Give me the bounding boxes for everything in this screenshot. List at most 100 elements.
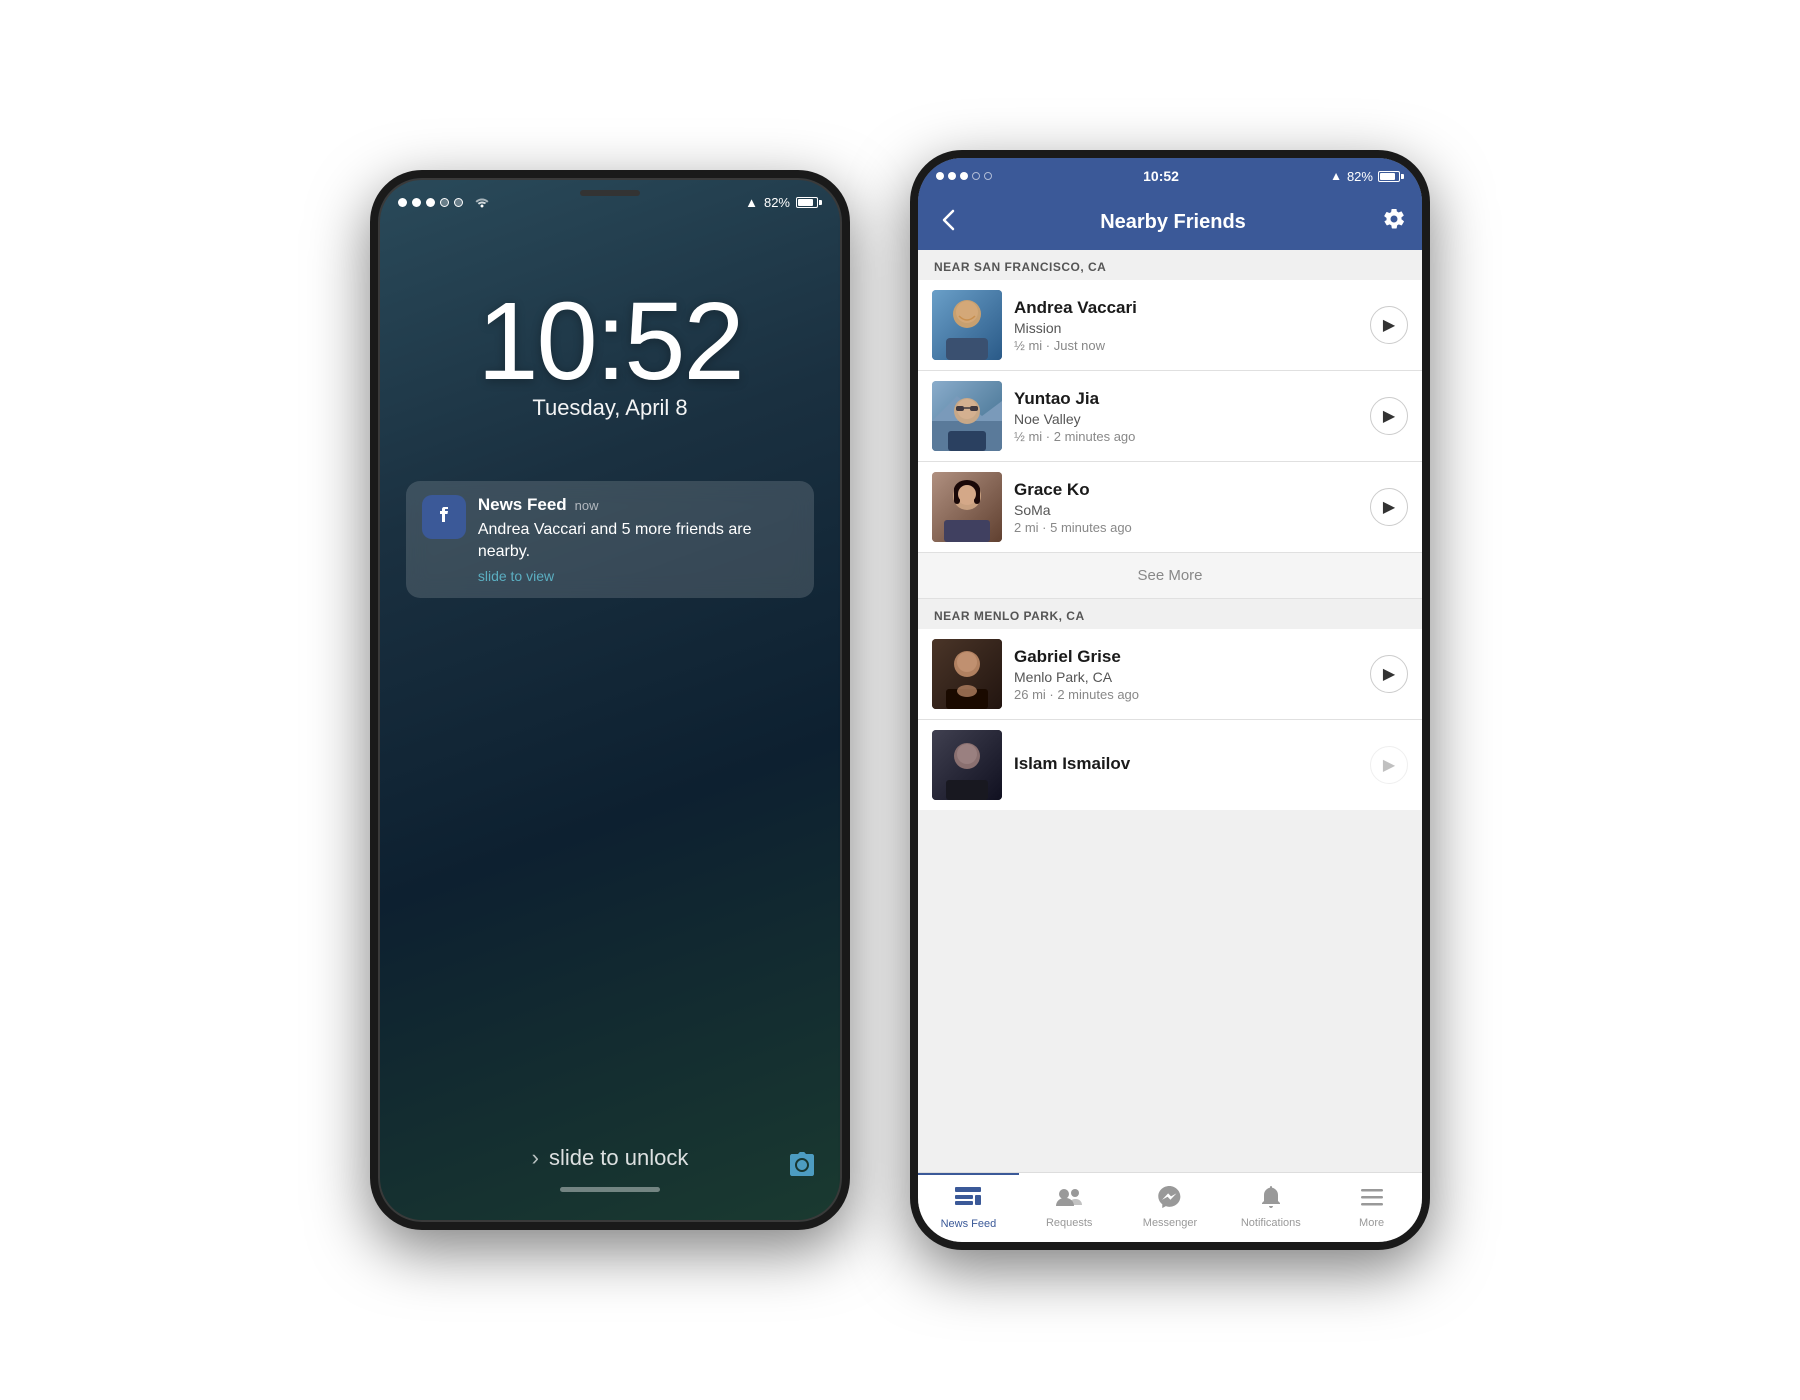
tab-requests[interactable]: Requests	[1019, 1173, 1120, 1242]
news-feed-icon	[955, 1187, 981, 1215]
navigate-button-andrea[interactable]: ▶	[1370, 306, 1408, 344]
fb-battery-icon	[1378, 171, 1404, 182]
navigate-button-yuntao[interactable]: ▶	[1370, 397, 1408, 435]
friend-location-andrea: Mission	[1014, 320, 1358, 336]
navigate-arrow-icon-5: ▶	[1383, 755, 1395, 775]
tab-more[interactable]: More	[1321, 1173, 1422, 1242]
battery-icon	[796, 197, 822, 208]
friend-avatar-andrea	[932, 290, 1002, 360]
lock-time: 10:52	[477, 278, 742, 405]
navigate-arrow-icon: ▶	[1383, 315, 1395, 335]
lock-screen-phone: ▲ 82% 10:52 Tuesday, April 8	[370, 170, 850, 1230]
scene: ▲ 82% 10:52 Tuesday, April 8	[0, 0, 1800, 1400]
tab-notifications[interactable]: Notifications	[1220, 1173, 1321, 1242]
friend-location-yuntao: Noe Valley	[1014, 411, 1358, 427]
wifi-icon	[473, 194, 491, 211]
back-button[interactable]	[934, 202, 964, 242]
friend-name-grace: Grace Ko	[1014, 480, 1358, 500]
messenger-icon	[1157, 1186, 1183, 1214]
fb-dot-2	[948, 172, 956, 180]
camera-icon[interactable]	[786, 1150, 818, 1186]
navigate-arrow-icon-2: ▶	[1383, 406, 1395, 426]
section-header-sf: NEAR SAN FRANCISCO, CA	[918, 250, 1422, 280]
navigate-arrow-icon-3: ▶	[1383, 497, 1395, 517]
fb-status-right: ▲ 82%	[1330, 169, 1404, 184]
friend-meta-grace: 2 mi · 5 minutes ago	[1014, 520, 1358, 535]
friend-name-islam: Islam Ismailov	[1014, 754, 1358, 774]
slide-unlock-label: slide to unlock	[549, 1145, 688, 1171]
messenger-label: Messenger	[1143, 1217, 1197, 1229]
dot-2	[412, 198, 421, 207]
fb-battery-percent: 82%	[1347, 169, 1373, 184]
friend-info-andrea: Andrea Vaccari Mission ½ mi · Just now	[1014, 298, 1358, 353]
friend-name-andrea: Andrea Vaccari	[1014, 298, 1358, 318]
notification-card[interactable]: News Feed now Andrea Vaccari and 5 more …	[406, 481, 814, 598]
friend-name-gabriel: Gabriel Grise	[1014, 647, 1358, 667]
friend-avatar-islam	[932, 730, 1002, 800]
friend-item-grace[interactable]: Grace Ko SoMa 2 mi · 5 minutes ago ▶	[918, 462, 1422, 553]
notif-message: Andrea Vaccari and 5 more friends are ne…	[478, 519, 798, 564]
friend-item-gabriel[interactable]: Gabriel Grise Menlo Park, CA 26 mi · 2 m…	[918, 629, 1422, 720]
slide-to-unlock[interactable]: › slide to unlock	[532, 1145, 689, 1171]
dot-4	[440, 198, 449, 207]
tab-news-feed[interactable]: News Feed	[918, 1173, 1019, 1242]
section-header-mp: NEAR MENLO PARK, CA	[918, 599, 1422, 629]
friend-location-grace: SoMa	[1014, 502, 1358, 518]
fb-signal-dots	[936, 172, 992, 180]
friend-meta-gabriel: 26 mi · 2 minutes ago	[1014, 687, 1358, 702]
more-icon	[1361, 1186, 1383, 1214]
fb-app-phone: 10:52 ▲ 82% Nearby Friends	[910, 150, 1430, 1250]
notification-content: News Feed now Andrea Vaccari and 5 more …	[478, 495, 798, 584]
signal-dots	[398, 198, 463, 207]
location-arrow-icon: ▲	[745, 195, 758, 210]
tab-messenger[interactable]: Messenger	[1120, 1173, 1221, 1242]
chevron-right-icon: ›	[532, 1145, 539, 1171]
friend-meta-yuntao: ½ mi · 2 minutes ago	[1014, 429, 1358, 444]
friend-item-yuntao[interactable]: Yuntao Jia Noe Valley ½ mi · 2 minutes a…	[918, 371, 1422, 462]
fb-dot-5	[984, 172, 992, 180]
fb-content: NEAR SAN FRANCISCO, CA	[918, 250, 1422, 1172]
friend-info-islam: Islam Ismailov	[1014, 754, 1358, 776]
friend-location-gabriel: Menlo Park, CA	[1014, 669, 1358, 685]
home-indicator	[560, 1187, 660, 1192]
notifications-label: Notifications	[1241, 1217, 1301, 1229]
navigate-button-grace[interactable]: ▶	[1370, 488, 1408, 526]
fb-nav-header: Nearby Friends	[918, 194, 1422, 250]
notifications-icon	[1260, 1186, 1282, 1214]
fb-status-time: 10:52	[1143, 168, 1179, 184]
friend-meta-andrea: ½ mi · Just now	[1014, 338, 1358, 353]
lock-bottom-bar: › slide to unlock	[378, 1145, 842, 1222]
fb-dot-4	[972, 172, 980, 180]
news-feed-label: News Feed	[941, 1218, 997, 1230]
friend-avatar-yuntao	[932, 381, 1002, 451]
notif-app-name: News Feed	[478, 495, 567, 515]
friend-avatar-gabriel	[932, 639, 1002, 709]
see-more-button[interactable]: See More	[918, 553, 1422, 599]
friend-item-islam[interactable]: Islam Ismailov ▶	[918, 720, 1422, 810]
friend-item-andrea[interactable]: Andrea Vaccari Mission ½ mi · Just now ▶	[918, 280, 1422, 371]
fb-location-arrow-icon: ▲	[1330, 169, 1342, 183]
dot-5	[454, 198, 463, 207]
friend-name-yuntao: Yuntao Jia	[1014, 389, 1358, 409]
requests-label: Requests	[1046, 1217, 1092, 1229]
lock-date: Tuesday, April 8	[532, 395, 687, 421]
dot-1	[398, 198, 407, 207]
page-title: Nearby Friends	[1100, 211, 1246, 234]
friend-info-grace: Grace Ko SoMa 2 mi · 5 minutes ago	[1014, 480, 1358, 535]
facebook-app-icon	[422, 495, 466, 539]
dot-3	[426, 198, 435, 207]
notif-slide-label: slide to view	[478, 568, 798, 584]
navigate-button-gabriel[interactable]: ▶	[1370, 655, 1408, 693]
fb-dot-3	[960, 172, 968, 180]
friend-info-yuntao: Yuntao Jia Noe Valley ½ mi · 2 minutes a…	[1014, 389, 1358, 444]
lock-status-right: ▲ 82%	[745, 195, 822, 210]
battery-percent: 82%	[764, 195, 790, 210]
navigate-button-islam[interactable]: ▶	[1370, 746, 1408, 784]
settings-button[interactable]	[1382, 207, 1406, 237]
fb-status-bar: 10:52 ▲ 82%	[918, 158, 1422, 194]
navigate-arrow-icon-4: ▶	[1383, 664, 1395, 684]
more-label: More	[1359, 1217, 1384, 1229]
lock-status-bar: ▲ 82%	[378, 178, 842, 218]
friend-info-gabriel: Gabriel Grise Menlo Park, CA 26 mi · 2 m…	[1014, 647, 1358, 702]
tab-bar: News Feed Requests	[918, 1172, 1422, 1242]
